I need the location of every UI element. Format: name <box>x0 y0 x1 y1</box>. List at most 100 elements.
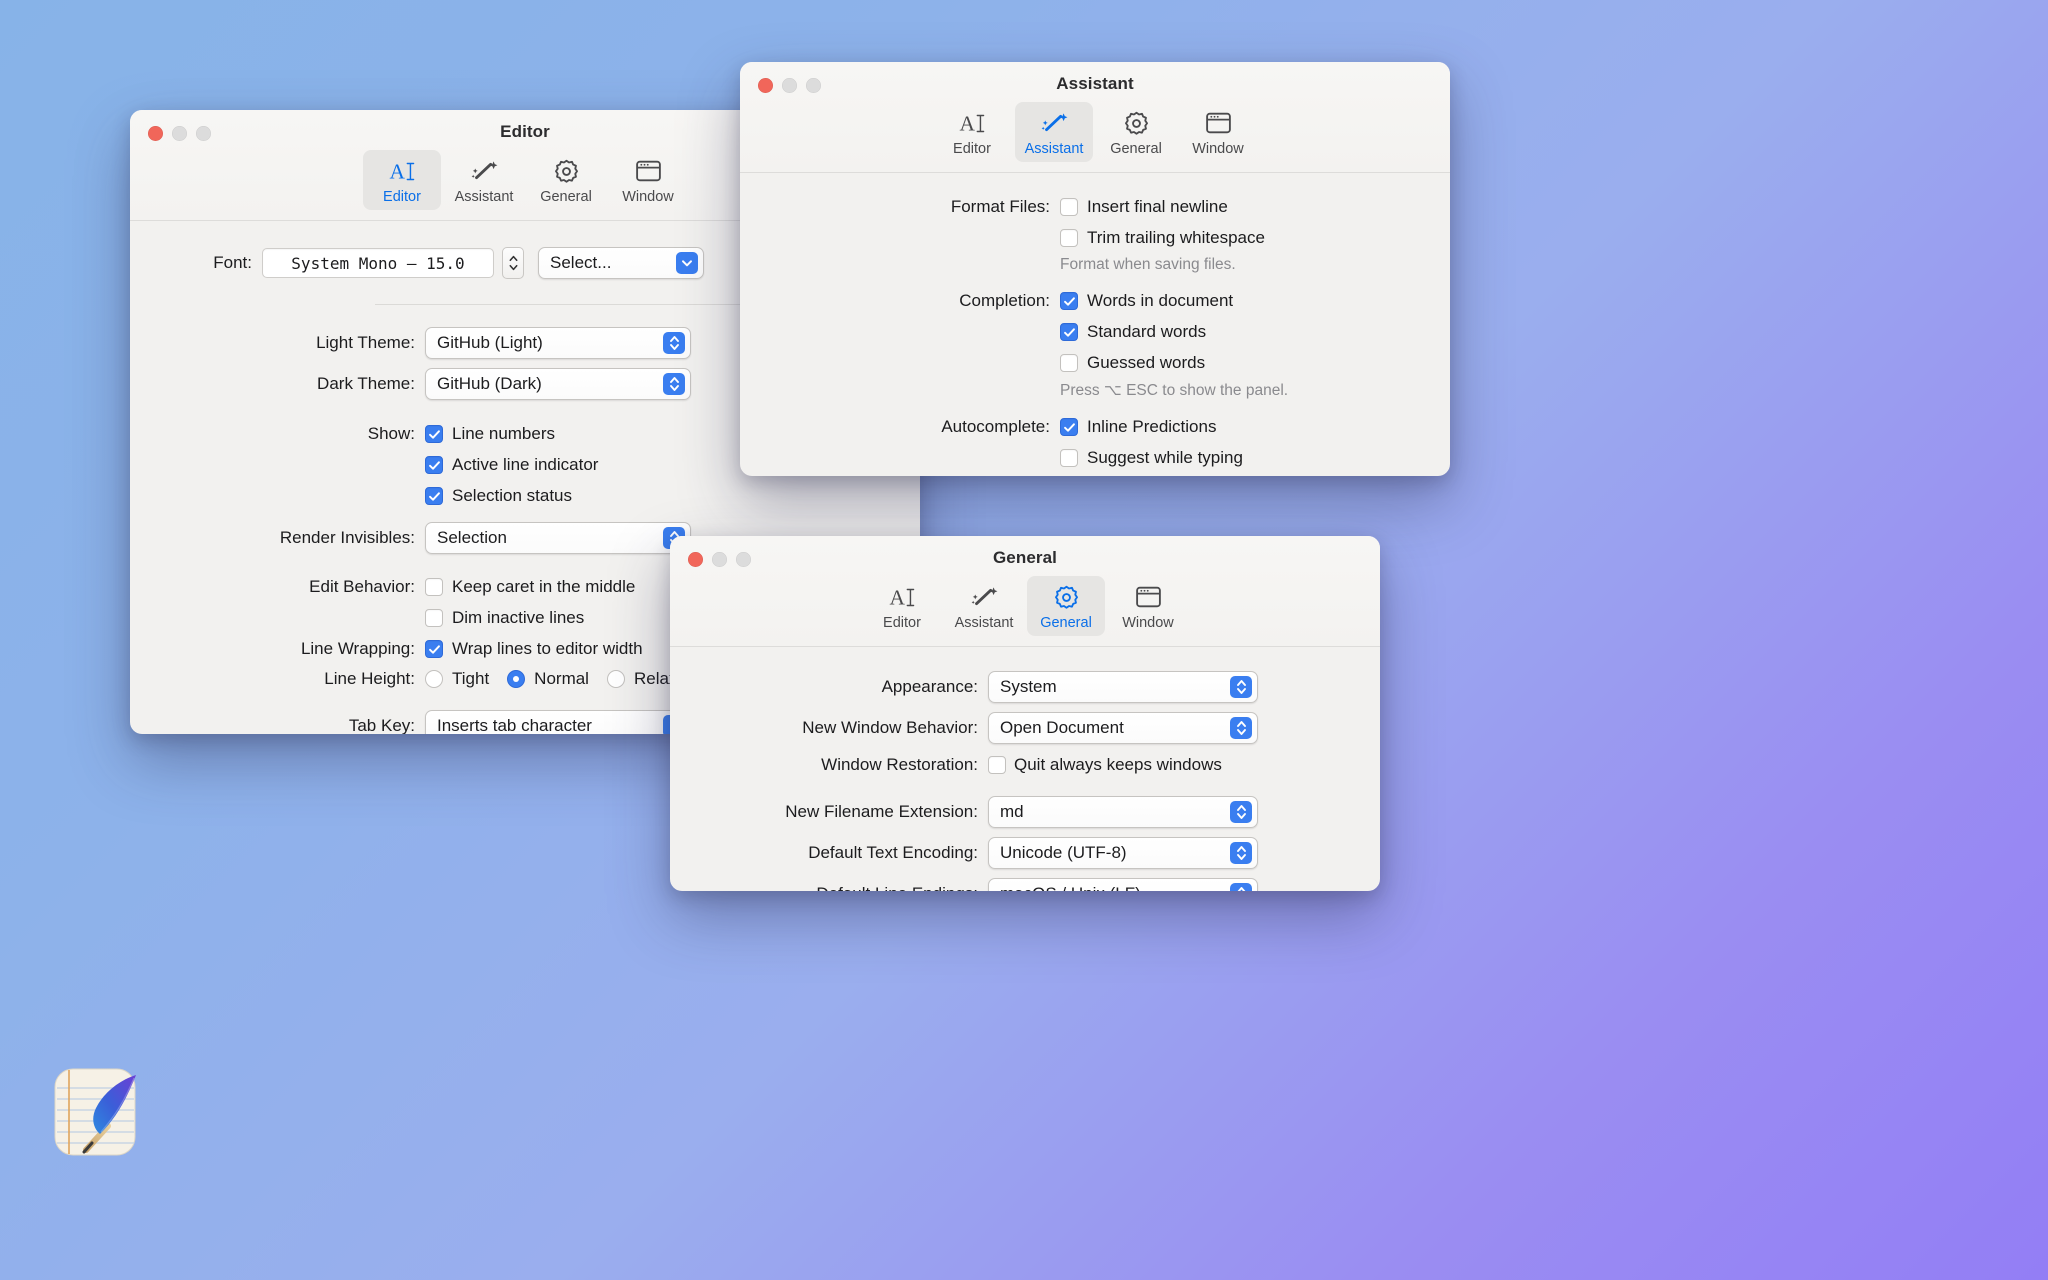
checkbox-trim-trailing-whitespace[interactable]: Trim trailing whitespace <box>1060 228 1265 248</box>
filename-extension-popup[interactable]: md <box>988 796 1258 828</box>
tab-assistant[interactable]: Assistant <box>1015 102 1093 162</box>
font-select-label: Select... <box>550 253 612 272</box>
tab-editor[interactable]: Editor <box>363 150 441 210</box>
checkbox-label: Dim inactive lines <box>452 608 585 627</box>
tab-window-label: Window <box>1192 141 1244 157</box>
render-invisibles-label: Render Invisibles: <box>279 528 415 547</box>
general-pane: Appearance: System New Window Behavior: … <box>670 647 1380 891</box>
tab-general[interactable]: General <box>1027 576 1105 636</box>
checkbox-keep-caret-middle[interactable]: Keep caret in the middle <box>425 577 635 597</box>
checkbox-box[interactable] <box>1060 198 1078 216</box>
tab-assistant-label: Assistant <box>1024 141 1084 157</box>
checkbox-box[interactable] <box>1060 449 1078 467</box>
line-endings-popup[interactable]: macOS / Unix (LF) <box>988 878 1258 891</box>
checkbox-dim-inactive-lines[interactable]: Dim inactive lines <box>425 608 635 628</box>
checkbox-inline-predictions[interactable]: Inline Predictions <box>1060 417 1243 437</box>
checkbox-box[interactable] <box>1060 323 1078 341</box>
window-title: General <box>992 548 1057 567</box>
tab-window[interactable]: Window <box>609 150 687 210</box>
appearance-popup[interactable]: System <box>988 671 1258 703</box>
updown-chevron-icon <box>1230 883 1252 891</box>
toolbar-tabs[interactable]: Editor Assistant General Window <box>670 568 1380 646</box>
window-title: Assistant <box>1056 74 1134 93</box>
close-button[interactable] <box>758 78 773 93</box>
checkbox-box[interactable] <box>1060 354 1078 372</box>
tab-assistant-label: Assistant <box>954 615 1014 631</box>
checkbox-words-in-document[interactable]: Words in document <box>1060 291 1288 311</box>
tab-window-label: Window <box>622 189 674 205</box>
zoom-button[interactable] <box>806 78 821 93</box>
checkbox-box[interactable] <box>425 487 443 505</box>
tab-editor-label: Editor <box>883 615 921 631</box>
window-controls[interactable] <box>688 552 751 567</box>
completion-hint: Press ⌥ ESC to show the panel. <box>1060 382 1289 399</box>
checkbox-insert-final-newline[interactable]: Insert final newline <box>1060 197 1265 217</box>
checkbox-standard-words[interactable]: Standard words <box>1060 322 1288 342</box>
window-controls[interactable] <box>148 126 211 141</box>
checkbox-selection-status[interactable]: Selection status <box>425 486 598 506</box>
font-size-stepper[interactable] <box>502 247 524 279</box>
checkbox-label: Line numbers <box>452 424 556 443</box>
checkbox-box[interactable] <box>425 609 443 627</box>
close-button[interactable] <box>148 126 163 141</box>
tab-editor[interactable]: Editor <box>933 102 1011 162</box>
checkbox-quit-keeps-windows[interactable]: Quit always keeps windows <box>988 755 1222 775</box>
autocomplete-label: Autocomplete: <box>941 417 1050 436</box>
dark-theme-popup[interactable]: GitHub (Dark) <box>425 368 691 400</box>
light-theme-popup[interactable]: GitHub (Light) <box>425 327 691 359</box>
assistant-titlebar[interactable]: Assistant Editor Assistant General Windo… <box>740 62 1450 173</box>
zoom-button[interactable] <box>196 126 211 141</box>
checkbox-wrap-lines[interactable]: Wrap lines to editor width <box>425 639 643 659</box>
checkbox-box[interactable] <box>425 425 443 443</box>
font-field[interactable]: System Mono – 15.0 <box>262 248 494 278</box>
tab-general[interactable]: General <box>1097 102 1175 162</box>
new-window-behavior-popup[interactable]: Open Document <box>988 712 1258 744</box>
checkbox-line-numbers[interactable]: Line numbers <box>425 424 598 444</box>
zoom-button[interactable] <box>736 552 751 567</box>
checkbox-box[interactable] <box>425 640 443 658</box>
window-restoration-row: Window Restoration: Quit always keeps wi… <box>670 755 1380 775</box>
font-select-button[interactable]: Select... <box>538 247 704 279</box>
checkbox-label: Suggest while typing <box>1087 448 1243 467</box>
minimize-button[interactable] <box>172 126 187 141</box>
tab-editor[interactable]: Editor <box>863 576 941 636</box>
radio-relaxed[interactable] <box>606 670 625 688</box>
format-files-hint: Format when saving files. <box>1060 256 1236 273</box>
dark-theme-label: Dark Theme: <box>317 374 415 393</box>
filename-extension-value: md <box>1000 802 1024 821</box>
window-controls[interactable] <box>758 78 821 93</box>
tab-key-popup[interactable]: Inserts tab character <box>425 710 691 734</box>
checkbox-suggest-while-typing[interactable]: Suggest while typing <box>1060 448 1243 468</box>
checkbox-guessed-words[interactable]: Guessed words <box>1060 353 1288 373</box>
checkbox-box[interactable] <box>1060 418 1078 436</box>
tab-window[interactable]: Window <box>1109 576 1187 636</box>
editor-icon <box>386 156 418 186</box>
general-titlebar[interactable]: General Editor Assistant General Window <box>670 536 1380 647</box>
tab-window[interactable]: Window <box>1179 102 1257 162</box>
checkbox-active-line-indicator[interactable]: Active line indicator <box>425 455 598 475</box>
tab-general[interactable]: General <box>527 150 605 210</box>
checkbox-box[interactable] <box>988 756 1006 774</box>
checkbox-box[interactable] <box>425 456 443 474</box>
format-files-row: Format Files: Insert final newline Trim … <box>740 197 1450 274</box>
light-theme-value: GitHub (Light) <box>437 333 543 352</box>
checkbox-box[interactable] <box>1060 229 1078 247</box>
radio-normal[interactable] <box>507 670 526 688</box>
tab-assistant[interactable]: Assistant <box>945 576 1023 636</box>
radio-tight[interactable] <box>425 670 443 688</box>
close-button[interactable] <box>688 552 703 567</box>
render-invisibles-popup[interactable]: Selection <box>425 522 691 554</box>
tab-editor-label: Editor <box>383 189 421 205</box>
toolbar-tabs[interactable]: Editor Assistant General Window <box>740 94 1450 172</box>
tab-assistant[interactable]: Assistant <box>445 150 523 210</box>
minimize-button[interactable] <box>712 552 727 567</box>
app-icon[interactable] <box>48 1062 148 1162</box>
minimize-button[interactable] <box>782 78 797 93</box>
assistant-preferences-window[interactable]: Assistant Editor Assistant General Windo… <box>740 62 1450 476</box>
checkbox-box[interactable] <box>1060 292 1078 310</box>
assistant-icon <box>469 156 499 186</box>
text-encoding-popup[interactable]: Unicode (UTF-8) <box>988 837 1258 869</box>
appearance-row: Appearance: System <box>670 671 1380 703</box>
checkbox-box[interactable] <box>425 578 443 596</box>
general-preferences-window[interactable]: General Editor Assistant General Window … <box>670 536 1380 891</box>
